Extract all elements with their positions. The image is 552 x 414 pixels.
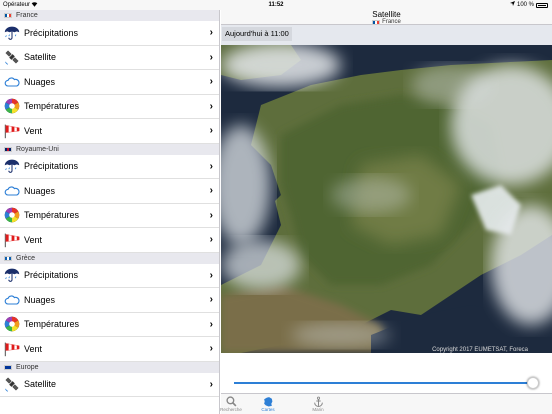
chevron-right-icon: › — [209, 51, 213, 63]
windsock-icon — [4, 123, 20, 139]
umbrella-icon — [4, 25, 20, 41]
flag-icon — [4, 13, 12, 18]
chevron-right-icon: › — [209, 269, 213, 281]
sidebar: France Précipitations › Satellite › Nuages › Te… — [0, 10, 220, 414]
tab-recherche[interactable]: Recherche — [211, 395, 251, 412]
sidebar-item-label: Précipitations — [24, 270, 79, 281]
france-map-icon — [248, 395, 288, 407]
chevron-right-icon: › — [209, 343, 213, 355]
time-bar: Aujourd'hui à 11:00 — [221, 25, 552, 45]
sidebar-item-label: Vent — [24, 343, 43, 354]
time-label: Aujourd'hui à 11:00 — [222, 27, 292, 41]
chevron-right-icon: › — [209, 209, 213, 221]
satellite-icon — [4, 376, 20, 392]
cloud-icon — [4, 74, 20, 90]
sidebar-item[interactable]: Vent › — [0, 337, 219, 362]
chevron-right-icon: › — [209, 76, 213, 88]
windsock-icon — [4, 232, 20, 248]
section-header: Europe — [0, 361, 219, 373]
umbrella-icon — [4, 158, 20, 174]
section-title: France — [16, 12, 38, 19]
sidebar-item[interactable]: Précipitations › — [0, 155, 219, 179]
flag-icon — [4, 255, 12, 261]
chevron-right-icon: › — [209, 294, 213, 306]
tab-cartes[interactable]: Cartes — [248, 395, 288, 412]
sidebar-item-label: Précipitations — [24, 27, 79, 38]
satellite-map[interactable]: Copyright 2017 EUMETSAT, Foreca — [221, 45, 552, 353]
france-flag-icon — [372, 19, 381, 25]
time-slider-area — [221, 353, 552, 393]
battery-percent: 100 % — [516, 2, 534, 8]
chevron-right-icon: › — [209, 160, 213, 172]
flag-icon — [4, 364, 12, 370]
sidebar-item[interactable]: Vent › — [0, 228, 219, 253]
cloud-icon — [4, 183, 20, 199]
cloud-icon — [4, 292, 20, 308]
battery-icon — [536, 2, 548, 8]
sidebar-item[interactable]: Températures › — [0, 95, 219, 119]
sidebar-item-label: Vent — [24, 234, 43, 245]
tab-bar: Recherche Cartes Marin — [220, 393, 552, 414]
sidebar-item-label: Nuages — [24, 185, 56, 196]
tab-marin[interactable]: Marin — [298, 395, 338, 412]
section-header: France — [0, 10, 219, 21]
time-slider-track[interactable] — [234, 382, 534, 384]
chevron-right-icon: › — [209, 378, 213, 390]
anchor-icon — [298, 395, 338, 407]
chevron-right-icon: › — [209, 125, 213, 137]
umbrella-icon — [4, 267, 20, 283]
sidebar-item[interactable]: Précipitations › — [0, 264, 219, 288]
windsock-icon — [4, 341, 20, 357]
sidebar-item-label: Températures — [24, 101, 80, 112]
sidebar-item-label: Températures — [24, 210, 80, 221]
sidebar-item[interactable]: Vent › — [0, 119, 219, 144]
sidebar-item[interactable]: Nuages › — [0, 179, 219, 204]
satellite-icon — [4, 49, 20, 65]
sidebar-item[interactable]: Températures › — [0, 313, 219, 337]
sidebar-item[interactable]: Précipitations › — [0, 21, 219, 46]
section-title: Royaume-Uni — [16, 145, 59, 153]
tab-label: Recherche — [220, 407, 242, 412]
section-title: Grèce — [16, 254, 36, 262]
sidebar-item-label: Nuages — [24, 294, 56, 305]
chevron-right-icon: › — [209, 27, 213, 39]
sidebar-item-label: Satellite — [24, 52, 57, 63]
clock-label: 11:52 — [268, 2, 284, 8]
tab-label: Marin — [312, 407, 324, 412]
tab-label: Cartes — [261, 407, 275, 412]
sidebar-item-label: Précipitations — [24, 161, 79, 172]
color-wheel-icon — [4, 98, 20, 114]
sidebar-item[interactable]: Nuages › — [0, 70, 219, 95]
flag-icon — [4, 146, 12, 152]
sidebar-item[interactable]: Satellite › — [0, 373, 219, 397]
chevron-right-icon: › — [209, 318, 213, 330]
sidebar-item-label: Températures — [24, 319, 80, 330]
section-header: Grèce — [0, 252, 219, 264]
page-title: Satellite — [372, 10, 401, 19]
chevron-right-icon: › — [209, 185, 213, 197]
sidebar-item-label: Satellite — [24, 379, 57, 390]
sidebar-item-label: Nuages — [24, 76, 56, 87]
satellite-image — [221, 45, 552, 353]
chevron-right-icon: › — [209, 234, 213, 246]
color-wheel-icon — [4, 207, 20, 223]
nav-bar: Satellite France — [221, 10, 552, 25]
section-header: Royaume-Uni — [0, 143, 219, 155]
sidebar-item[interactable]: Satellite › — [0, 46, 219, 70]
sidebar-item-label: Vent — [24, 125, 43, 136]
magnifier-icon — [211, 395, 251, 407]
color-wheel-icon — [4, 316, 20, 332]
sidebar-item[interactable]: Nuages › — [0, 288, 219, 313]
status-bar: Opérateur 11:52 100 % — [0, 0, 552, 10]
chevron-right-icon: › — [209, 100, 213, 112]
time-slider-thumb[interactable] — [527, 377, 539, 389]
sidebar-item[interactable]: Températures › — [0, 204, 219, 228]
location-icon — [509, 0, 515, 10]
section-title: Europe — [16, 363, 39, 371]
